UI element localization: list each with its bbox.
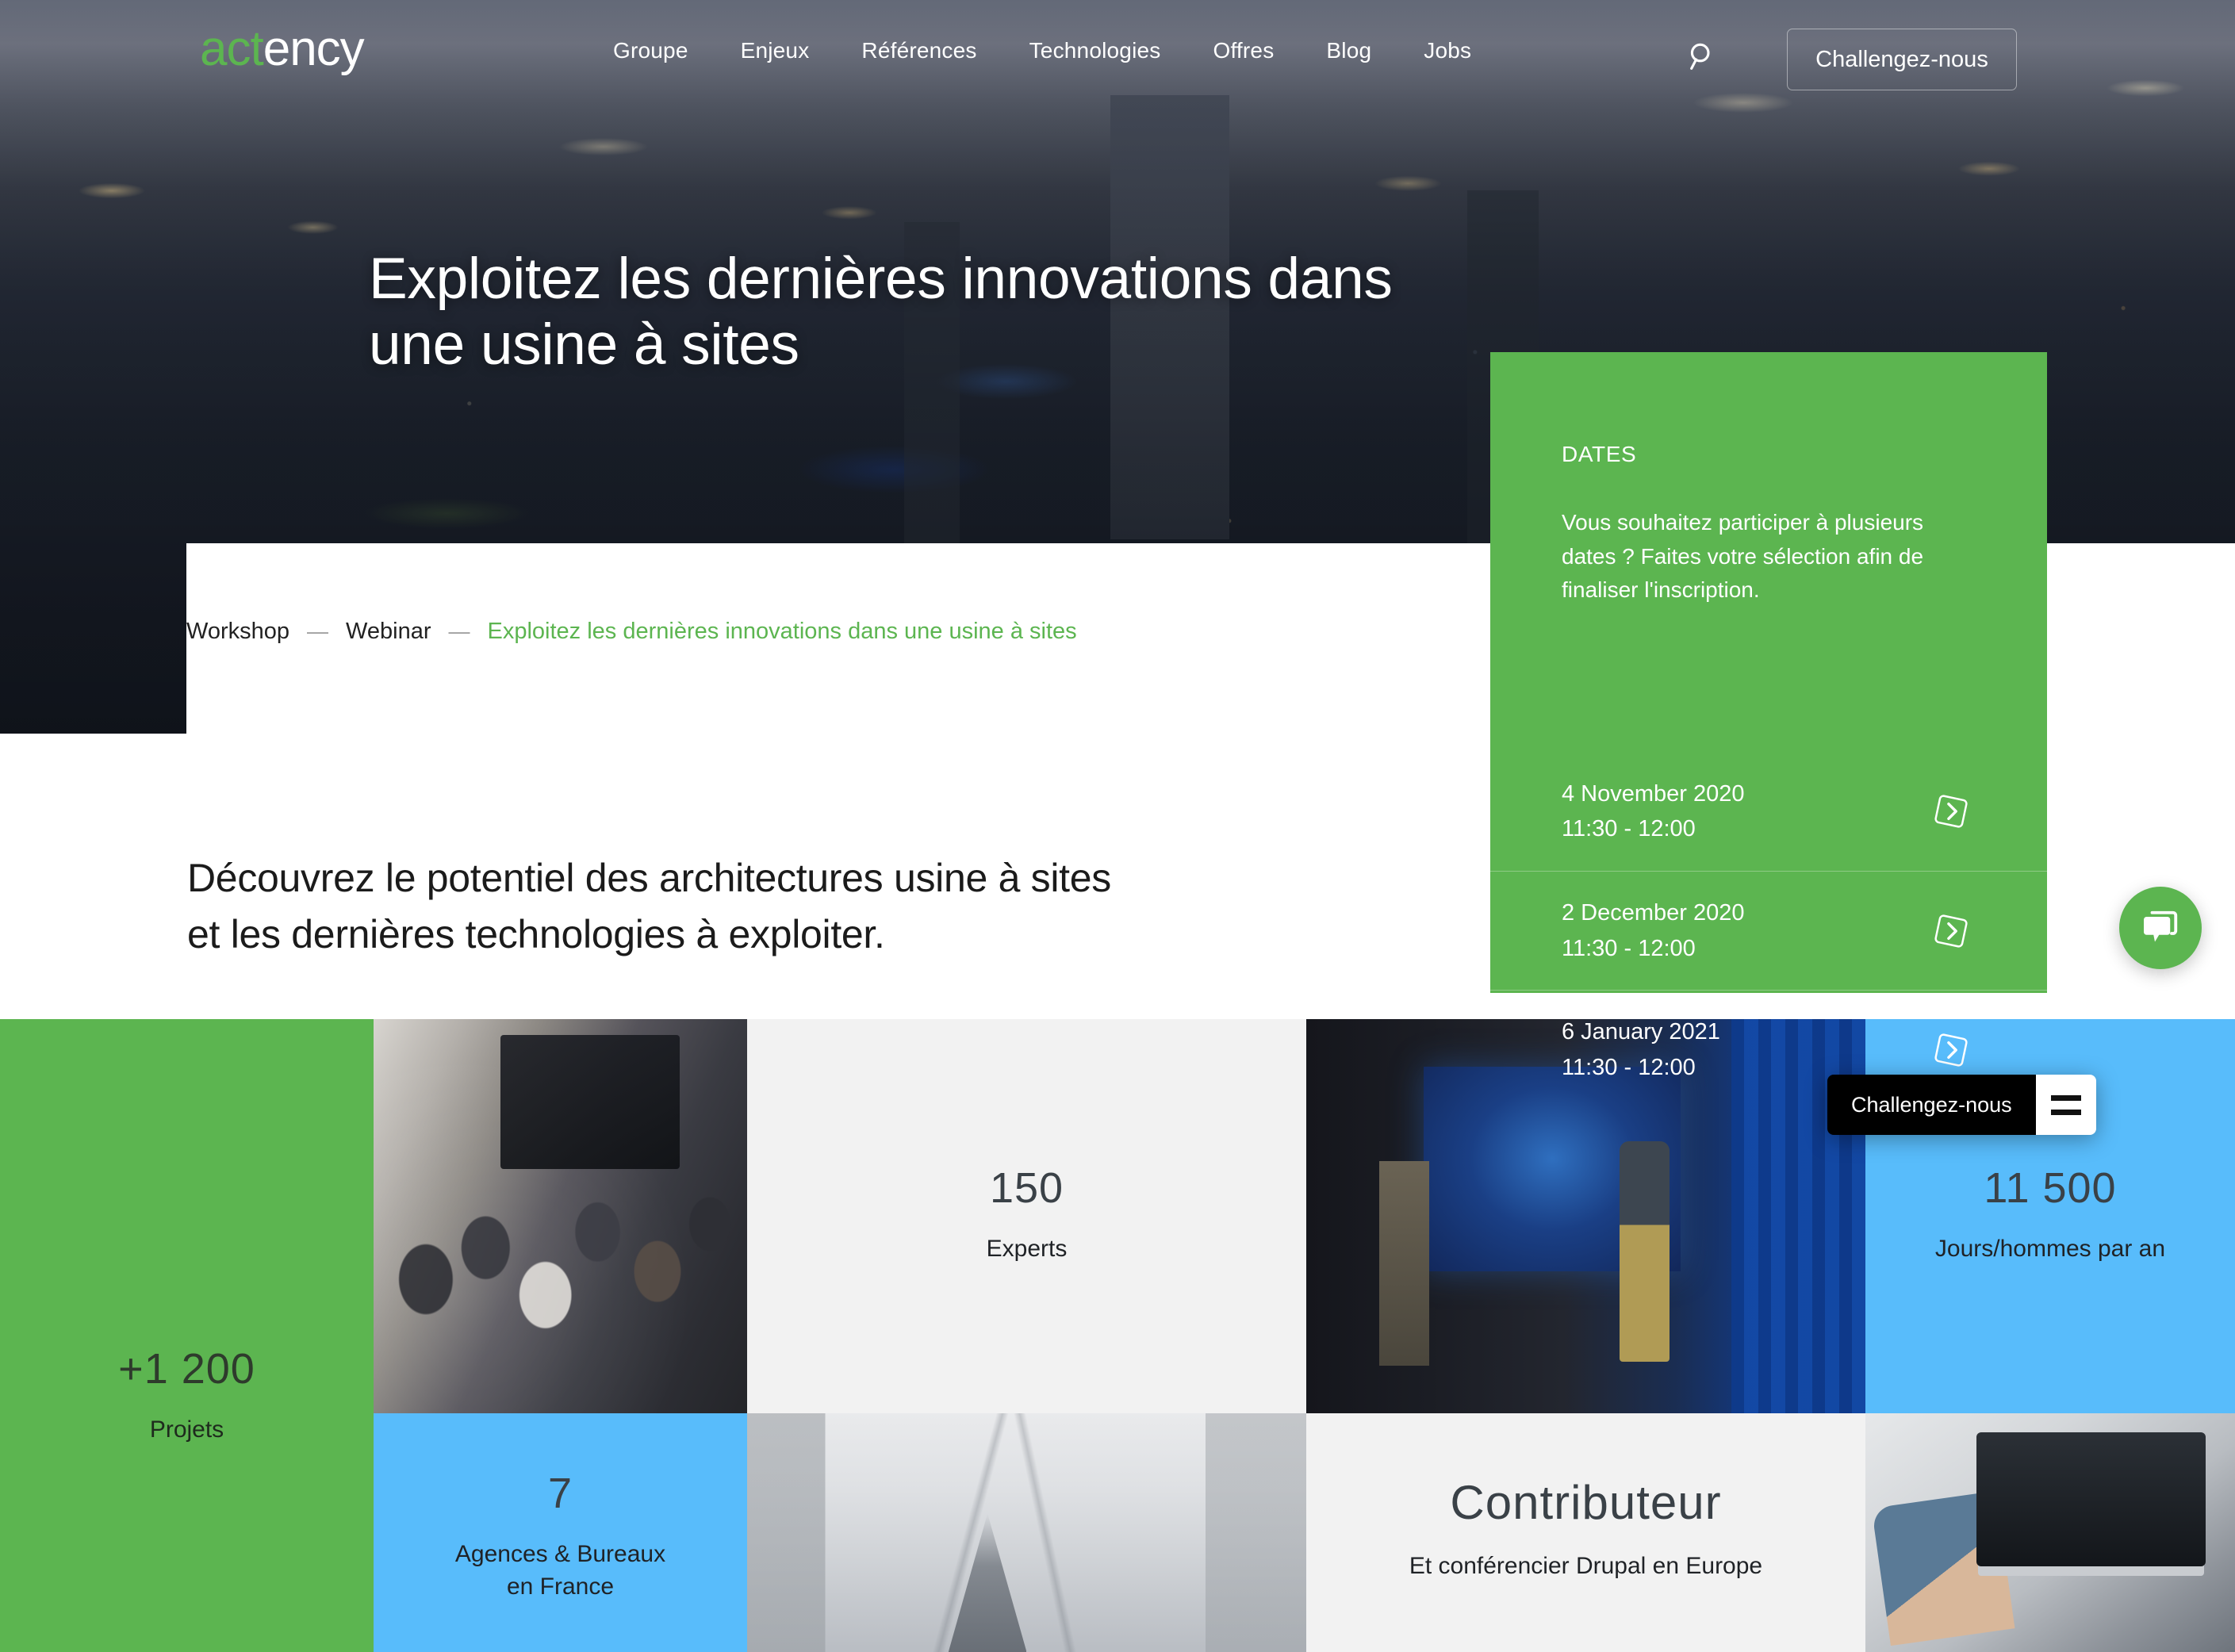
chat-widget-button[interactable] bbox=[2119, 887, 2202, 969]
stat-experts: 150 Experts bbox=[747, 1163, 1306, 1266]
dates-panel-description: Vous souhaitez participer à plusieurs da… bbox=[1562, 510, 1924, 603]
date-option-time: 11:30 - 12:00 bbox=[1562, 935, 1696, 961]
photo-tile-street bbox=[747, 1413, 1306, 1652]
chat-bubble-icon bbox=[2144, 910, 2178, 942]
dates-panel-header: DATES Vous souhaitez participer à plusie… bbox=[1490, 352, 2047, 608]
date-option-date: 4 November 2020 bbox=[1562, 780, 1745, 807]
search-button[interactable] bbox=[1681, 35, 1724, 78]
date-option-time: 11:30 - 12:00 bbox=[1562, 1054, 1696, 1080]
nav-item-groupe[interactable]: Groupe bbox=[587, 38, 715, 63]
nav-item-blog[interactable]: Blog bbox=[1300, 38, 1397, 63]
stat-tile-agences: 7 Agences & Bureaux en France bbox=[374, 1413, 747, 1652]
stat-jours: 11 500 Jours/hommes par an bbox=[1865, 1163, 2235, 1266]
header-challenge-button[interactable]: Challengez-nous bbox=[1787, 29, 2017, 90]
date-option-time: 11:30 - 12:00 bbox=[1562, 816, 1696, 841]
stat-contributeur: Contributeur Et conférencier Drupal en E… bbox=[1306, 1475, 1865, 1583]
stat-contributeur-label: Et conférencier Drupal en Europe bbox=[1409, 1553, 1763, 1579]
stat-tile-projets: +1 200 Projets bbox=[0, 1019, 374, 1652]
hero-title: Exploitez les dernières innovations dans… bbox=[369, 247, 1393, 378]
date-option-text: 2 December 2020 11:30 - 12:00 bbox=[1562, 895, 1745, 965]
stat-agences-number: 7 bbox=[547, 1470, 573, 1517]
photo-speaker-person bbox=[1619, 1141, 1670, 1363]
floating-challenge-widget[interactable]: Challengez-nous bbox=[1827, 1075, 2096, 1135]
nav-item-technologies[interactable]: Technologies bbox=[1003, 38, 1187, 63]
photo-tile-audience bbox=[374, 1019, 747, 1413]
photo-speaker-banner bbox=[1378, 1160, 1430, 1366]
stat-jours-number: 11 500 bbox=[1984, 1164, 2117, 1212]
floating-challenge-label[interactable]: Challengez-nous bbox=[1827, 1075, 2036, 1135]
hamburger-icon-bar-top bbox=[2050, 1094, 2081, 1101]
floating-menu-button[interactable] bbox=[2035, 1075, 2096, 1135]
nav-item-enjeux[interactable]: Enjeux bbox=[715, 38, 836, 63]
dates-list: 4 November 2020 11:30 - 12:00 2 December… bbox=[1490, 752, 2047, 1109]
intro-heading-line1: Découvrez le potentiel des architectures… bbox=[187, 856, 1111, 900]
stat-jours-label: Jours/hommes par an bbox=[1934, 1236, 2166, 1262]
hamburger-icon-bar-bottom bbox=[2050, 1109, 2081, 1115]
photo-tile-laptop bbox=[1865, 1413, 2235, 1652]
chevron-right-diamond-icon[interactable] bbox=[1926, 906, 1976, 956]
breadcrumb-item-workshop[interactable]: Workshop bbox=[186, 619, 289, 645]
page-root: actency Groupe Enjeux Références Technol… bbox=[0, 0, 2235, 1652]
main-navigation: Groupe Enjeux Références Technologies Of… bbox=[587, 38, 1497, 63]
date-option-date: 6 January 2021 bbox=[1562, 1019, 1720, 1045]
stat-projets: +1 200 Projets bbox=[0, 1344, 374, 1447]
intro-heading-line2: et les dernières technologies à exploite… bbox=[187, 912, 885, 956]
breadcrumb-separator-2: — bbox=[448, 619, 470, 643]
date-option-text: 4 November 2020 11:30 - 12:00 bbox=[1562, 776, 1745, 846]
chevron-right-diamond-icon[interactable] bbox=[1926, 787, 1976, 836]
nav-item-offres[interactable]: Offres bbox=[1187, 38, 1300, 63]
date-option-text: 6 January 2021 11:30 - 12:00 bbox=[1562, 1014, 1720, 1084]
stat-tile-contributeur: Contributeur Et conférencier Drupal en E… bbox=[1306, 1413, 1865, 1652]
nav-item-references[interactable]: Références bbox=[835, 38, 1002, 63]
search-icon bbox=[1690, 43, 1710, 70]
date-option-date: 2 December 2020 bbox=[1562, 900, 1745, 926]
logo-text-act: act bbox=[200, 21, 264, 76]
breadcrumb-item-current: Exploitez les dernières innovations dans… bbox=[487, 619, 1077, 644]
stat-contributeur-number: Contributeur bbox=[1450, 1476, 1722, 1529]
stat-agences-label: Agences & Bureaux en France bbox=[454, 1541, 666, 1600]
breadcrumb-item-webinar[interactable]: Webinar bbox=[346, 619, 431, 645]
stat-agences: 7 Agences & Bureaux en France bbox=[374, 1469, 747, 1604]
breadcrumb-separator-1: — bbox=[307, 619, 329, 643]
site-logo[interactable]: actency bbox=[200, 21, 365, 77]
stat-tile-experts: 150 Experts bbox=[747, 1019, 1306, 1413]
stat-experts-number: 150 bbox=[989, 1164, 1064, 1212]
stat-projets-number: +1 200 bbox=[118, 1345, 255, 1393]
breadcrumb: Workshop — Webinar — Exploitez les derni… bbox=[186, 619, 1077, 645]
chevron-right-diamond-icon[interactable] bbox=[1926, 1025, 1976, 1075]
intro-heading: Découvrez le potentiel des architectures… bbox=[187, 850, 1456, 963]
stat-experts-label: Experts bbox=[986, 1236, 1068, 1262]
date-option-row[interactable]: 2 December 2020 11:30 - 12:00 bbox=[1490, 871, 2047, 990]
site-header: actency Groupe Enjeux Références Technol… bbox=[0, 0, 2235, 102]
nav-item-jobs[interactable]: Jobs bbox=[1397, 38, 1497, 63]
dates-panel-label: DATES bbox=[1562, 442, 1637, 466]
stat-projets-label: Projets bbox=[149, 1416, 224, 1443]
date-option-row[interactable]: 4 November 2020 11:30 - 12:00 bbox=[1490, 752, 2047, 871]
logo-text-ency: ency bbox=[263, 21, 365, 76]
dates-panel: DATES Vous souhaitez participer à plusie… bbox=[1490, 352, 2047, 1080]
